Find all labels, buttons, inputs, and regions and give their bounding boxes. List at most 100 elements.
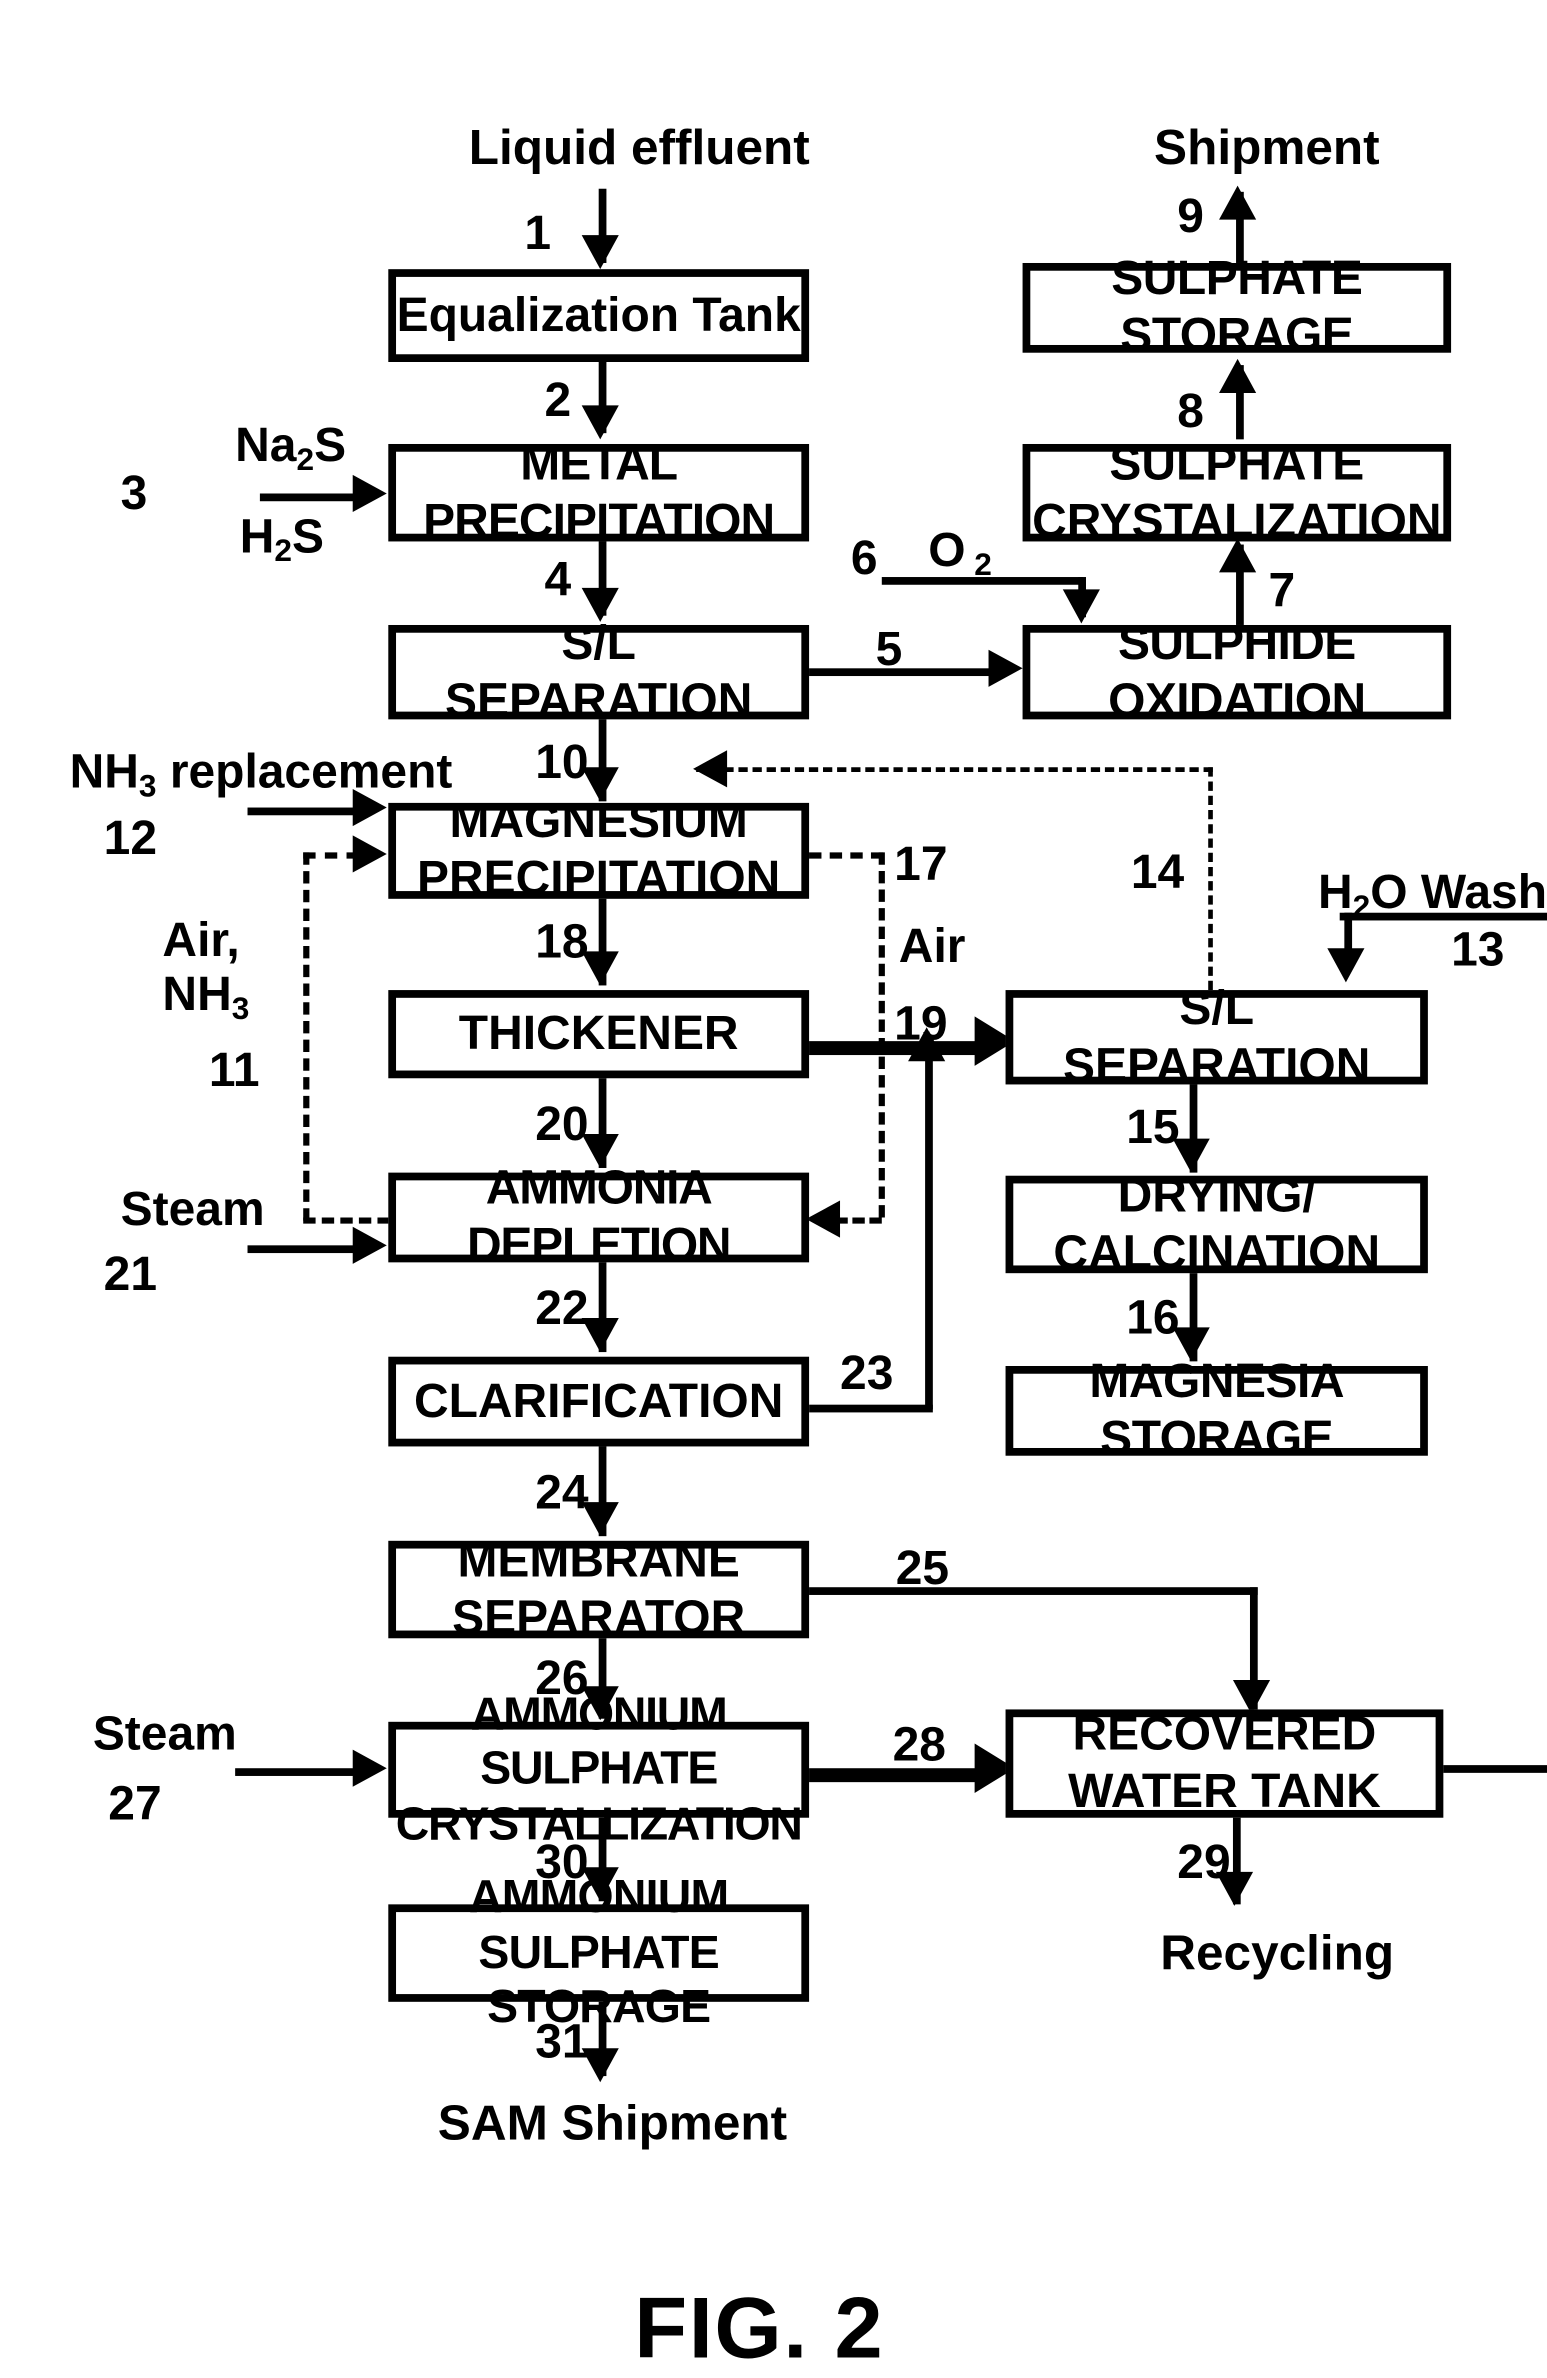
stream-1-arrow — [581, 235, 619, 270]
stream-23-arrow — [908, 1027, 946, 1062]
stream-11-arrow-top — [352, 835, 387, 873]
stream-17-line-h2 — [835, 1217, 882, 1224]
box-sulphate-crystalization-label: SULPHATE CRYSTALIZATION — [1032, 436, 1442, 547]
steam-21-label: Steam — [120, 1181, 265, 1237]
box-recovered-water-tank[interactable]: RECOVERED WATER TANK — [1005, 1706, 1444, 1818]
box-ammonia-depletion[interactable]: AMMONIA DEPLETION — [388, 1161, 810, 1272]
nh3-replacement-label: NH3 replacement — [69, 744, 453, 805]
stream-29-number: 29 — [1177, 1834, 1231, 1889]
box-metal-precipitation-label: METAL PRECIPITATION — [423, 436, 775, 547]
box-equalization-tank[interactable]: Equalization Tank — [388, 269, 810, 362]
box-recovered-water-tank-label: RECOVERED WATER TANK — [1068, 1706, 1381, 1818]
stream-17-number: 17 — [894, 836, 948, 892]
stream-9-arrow — [1219, 185, 1257, 220]
air-nh3-label: Air, NH3 — [162, 912, 250, 1027]
box-ammonium-sulphate-storage[interactable]: AMMONIUM SULPHATE STORAGE — [388, 1873, 810, 2033]
stream-3-arrow — [352, 474, 387, 513]
stream-3-number: 3 — [120, 465, 148, 520]
recycling-label: Recycling — [1160, 1924, 1395, 1981]
stream-13-arrow — [1327, 948, 1365, 983]
stream-1-number: 1 — [524, 205, 552, 260]
figure-caption: FIG. 2 — [634, 2278, 885, 2377]
stream-7-number: 7 — [1268, 563, 1296, 618]
stream-13-line-bottom — [1441, 1765, 1547, 1773]
stream-3-line — [259, 493, 356, 502]
stream-11-line-v — [303, 852, 310, 1221]
stream-28-number: 28 — [892, 1717, 946, 1772]
stream-13-number: 13 — [1451, 922, 1505, 977]
box-clarification[interactable]: CLARIFICATION — [388, 1356, 810, 1447]
stream-18-number: 18 — [535, 914, 589, 969]
stream-8-arrow — [1219, 358, 1257, 393]
stream-27-line — [235, 1768, 356, 1776]
stream-27-arrow — [352, 1749, 387, 1787]
box-sulphide-oxidation-label: SULPHIDE OXIDATION — [1108, 615, 1366, 727]
stream-5-arrow — [988, 649, 1023, 687]
process-flow-diagram: Liquid effluent 1 Equalization Tank 2 ME… — [0, 0, 1547, 2376]
stream-27-number: 27 — [108, 1775, 162, 1831]
box-ammonium-sulphate-crystallization[interactable]: AMMONIUM SULPHATE CRYSTALLIZATION — [388, 1689, 810, 1850]
stream-9-number: 9 — [1177, 188, 1204, 243]
box-magnesium-precipitation-label: MAGNESIUM PRECIPITATION — [417, 794, 781, 905]
box-ammonia-depletion-label: AMMONIA DEPLETION — [467, 1160, 732, 1272]
box-magnesia-storage-label: MAGNESIA STORAGE — [1089, 1354, 1345, 1466]
stream-16-number: 16 — [1126, 1290, 1180, 1345]
stream-11-number: 11 — [208, 1042, 260, 1097]
na2s-label: Na2S — [235, 417, 347, 478]
stream-2-number: 2 — [544, 372, 572, 427]
stream-13-line-top — [1339, 912, 1547, 921]
box-sl-separation-1[interactable]: S/L SEPARATION — [388, 616, 810, 726]
stream-14-arrow — [693, 750, 728, 788]
stream-14-line-h — [696, 767, 1213, 772]
stream-25-line-h — [809, 1587, 1258, 1595]
box-magnesia-storage[interactable]: MAGNESIA STORAGE — [1005, 1354, 1428, 1465]
stream-15-number: 15 — [1126, 1099, 1180, 1155]
box-sl-separation-2-label: S/L SEPARATION — [1063, 980, 1371, 1092]
liquid-effluent-label: Liquid effluent — [468, 119, 810, 175]
box-sl-separation-2[interactable]: S/L SEPARATION — [1005, 981, 1428, 1091]
stream-22-number: 22 — [535, 1280, 589, 1336]
stream-23-line-v — [925, 1056, 933, 1410]
box-sulphide-oxidation[interactable]: SULPHIDE OXIDATION — [1022, 616, 1452, 726]
stream-12-number: 12 — [103, 810, 157, 865]
stream-14-number: 14 — [1130, 844, 1185, 899]
stream-21-number: 21 — [103, 1246, 157, 1302]
stream-20-number: 20 — [535, 1096, 589, 1151]
box-sulphate-crystalization[interactable]: SULPHATE CRYSTALIZATION — [1022, 436, 1452, 547]
box-metal-precipitation[interactable]: METAL PRECIPITATION — [388, 436, 810, 547]
stream-6-number: 6 — [850, 530, 878, 585]
steam-27-label: Steam — [92, 1706, 237, 1761]
box-thickener-label: THICKENER — [458, 1005, 739, 1061]
stream-2-arrow — [581, 405, 619, 440]
stream-7-arrow — [1219, 538, 1257, 573]
box-drying-calcination[interactable]: DRYING/ CALCINATION — [1005, 1168, 1428, 1279]
stream-8-number: 8 — [1177, 383, 1204, 438]
box-equalization-tank-label: Equalization Tank — [396, 287, 801, 342]
stream-11-line-h-bottom — [303, 1217, 390, 1224]
stream-24-number: 24 — [535, 1465, 589, 1520]
box-thickener[interactable]: THICKENER — [388, 990, 810, 1079]
stream-23-number: 23 — [840, 1345, 894, 1401]
stream-21-arrow — [352, 1226, 387, 1264]
stream-31-number: 31 — [535, 2014, 589, 2069]
box-clarification-label: CLARIFICATION — [413, 1373, 784, 1428]
stream-6-line-h — [881, 577, 1083, 585]
stream-12-arrow — [352, 788, 387, 827]
stream-23-line-h — [809, 1404, 933, 1413]
stream-14-line-v — [1208, 767, 1213, 991]
sam-shipment-label: SAM Shipment — [437, 2094, 788, 2151]
o2-label: O 2 — [928, 522, 992, 583]
box-sl-separation-1-label: S/L SEPARATION — [445, 615, 753, 727]
stream-5-number: 5 — [875, 621, 903, 677]
box-magnesium-precipitation[interactable]: MAGNESIUM PRECIPITATION — [388, 794, 810, 905]
box-membrane-separator[interactable]: MEMBRANE SEPARATOR — [388, 1533, 810, 1644]
stream-25-number: 25 — [895, 1540, 950, 1595]
shipment-label: Shipment — [1154, 119, 1380, 175]
h2s-label: H2S — [239, 508, 325, 569]
box-sulphate-storage[interactable]: SULPHATE STORAGE — [1022, 251, 1452, 362]
stream-12-line — [247, 807, 356, 816]
stream-17-arrow — [805, 1200, 841, 1238]
box-membrane-separator-label: MEMBRANE SEPARATOR — [452, 1532, 746, 1644]
stream-4-number: 4 — [544, 552, 572, 607]
box-sulphate-storage-label: SULPHATE STORAGE — [1111, 251, 1363, 362]
